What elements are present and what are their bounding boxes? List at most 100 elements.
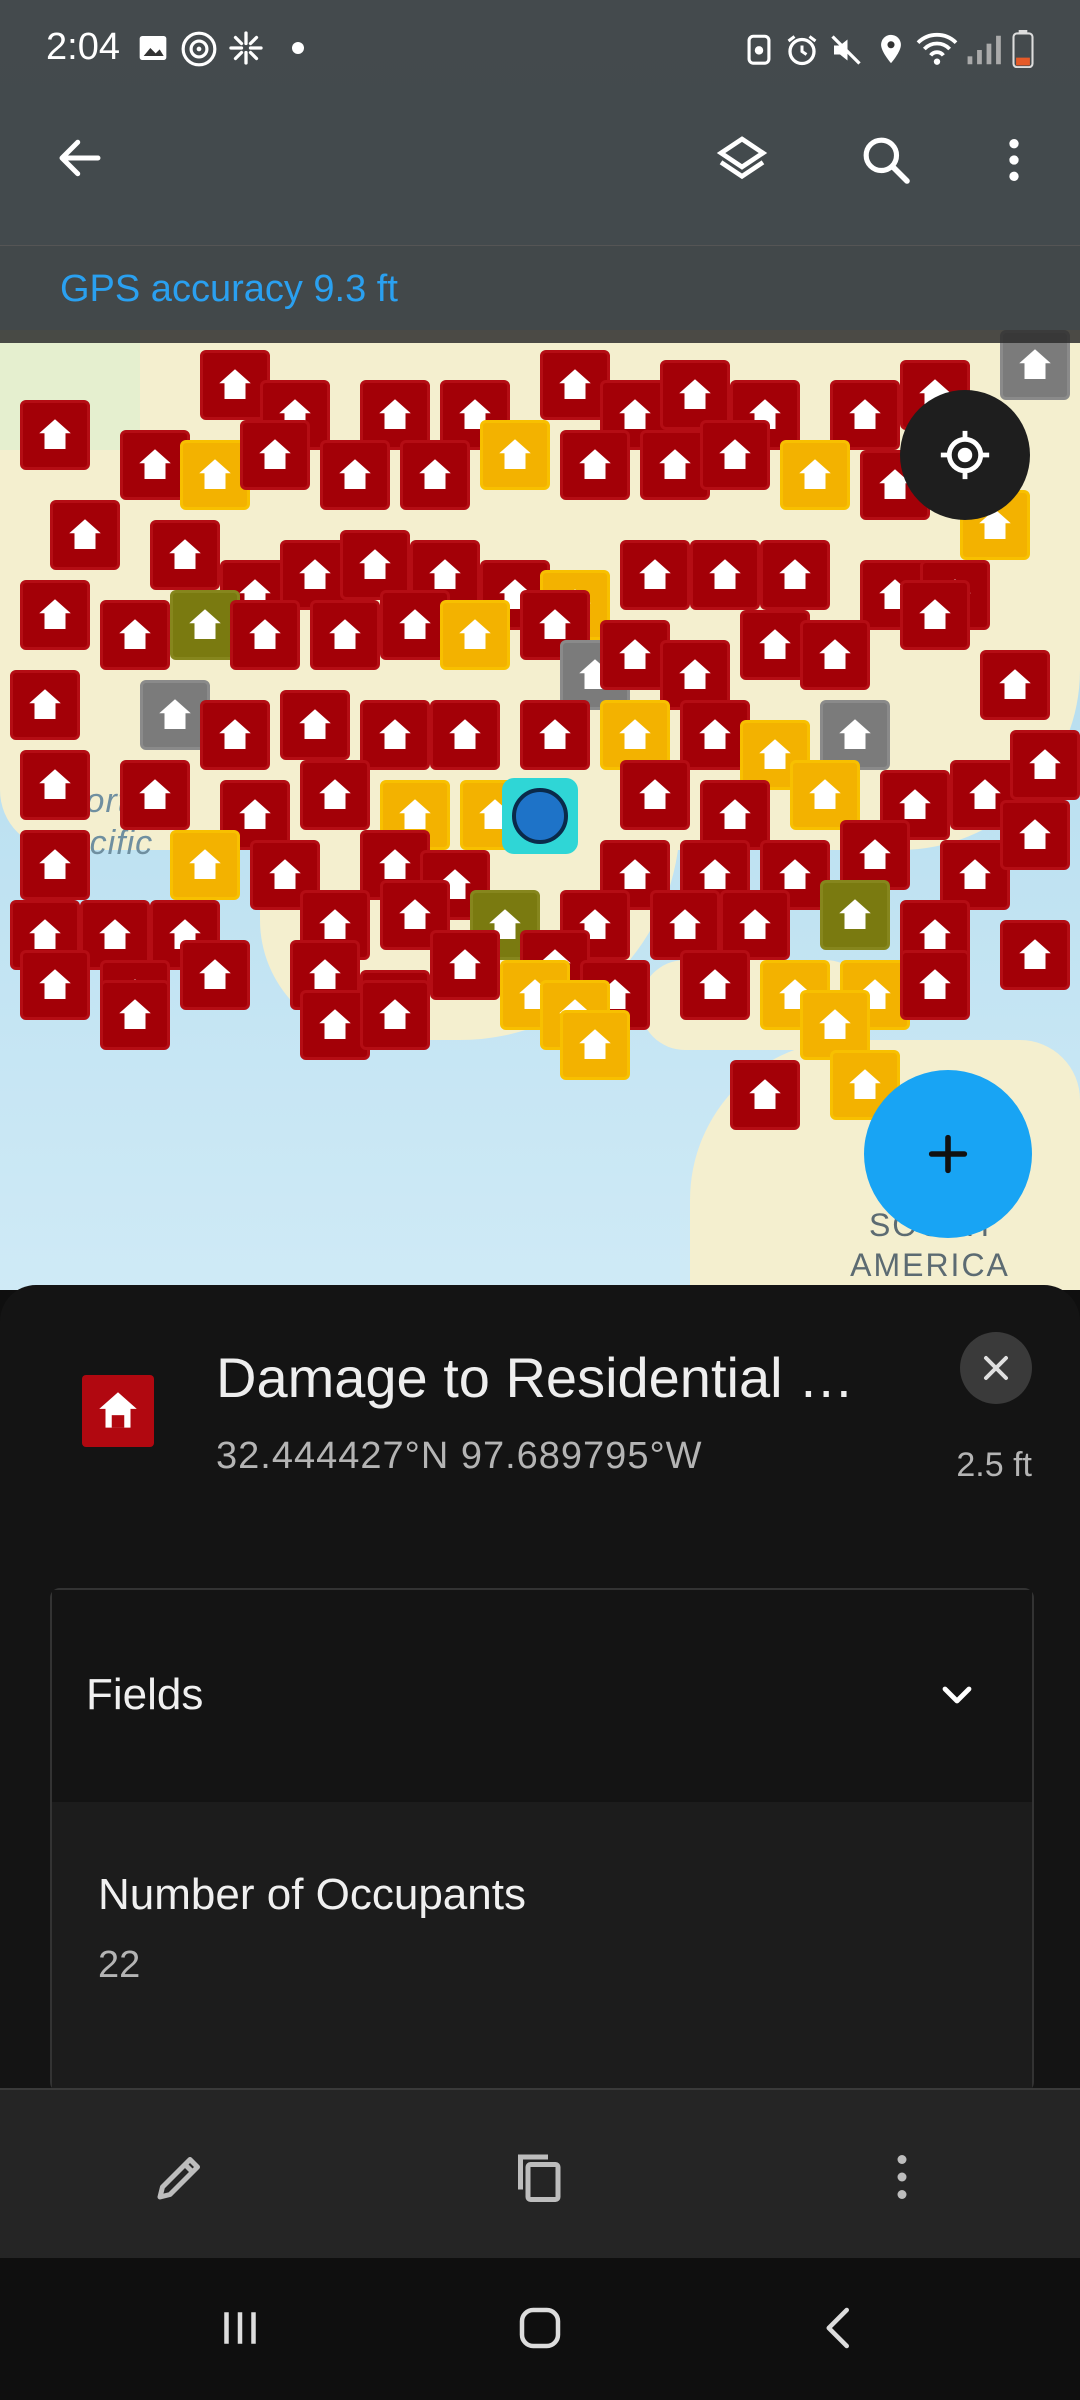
damage-marker[interactable] (680, 950, 750, 1020)
user-location-dot (512, 788, 568, 844)
damage-marker[interactable] (20, 750, 90, 820)
damage-marker[interactable] (20, 400, 90, 470)
battery-icon (1012, 30, 1034, 69)
damage-marker[interactable] (150, 520, 220, 590)
overflow-menu-button[interactable] (976, 122, 1052, 198)
image-icon (136, 32, 170, 64)
user-location-marker (502, 778, 578, 854)
damage-marker[interactable] (10, 670, 80, 740)
damage-marker[interactable] (320, 440, 390, 510)
recents-icon (224, 2312, 256, 2344)
copy-button[interactable] (496, 2135, 580, 2219)
plus-icon (928, 1134, 968, 1174)
damage-marker[interactable] (760, 540, 830, 610)
close-icon (984, 1356, 1008, 1380)
gps-target-icon (940, 430, 990, 480)
damage-marker[interactable] (1000, 800, 1070, 870)
damage-marker[interactable] (1010, 730, 1080, 800)
damage-marker[interactable] (1000, 920, 1070, 990)
damage-marker[interactable] (360, 980, 430, 1050)
fields-card: Fields Number of Occupants 22 (50, 1588, 1034, 2102)
copy-icon (518, 2154, 561, 2202)
damage-marker[interactable] (440, 600, 510, 670)
damage-marker[interactable] (400, 440, 470, 510)
damage-marker[interactable] (730, 1060, 800, 1130)
search-button[interactable] (848, 122, 924, 198)
home-button[interactable] (500, 2288, 580, 2368)
damage-marker[interactable] (700, 420, 770, 490)
signal-icon (966, 34, 1004, 66)
damage-marker[interactable] (820, 880, 890, 950)
close-button[interactable] (960, 1332, 1032, 1404)
fields-header[interactable]: Fields (52, 1590, 1032, 1800)
damage-marker[interactable] (170, 830, 240, 900)
feature-coordinates: 32.444427°N 97.689795°W (216, 1435, 703, 1477)
damage-marker[interactable] (360, 700, 430, 770)
nav-back-button[interactable] (800, 2288, 880, 2368)
residential-damage-icon (82, 1375, 154, 1447)
feature-accuracy: 2.5 ft (956, 1446, 1032, 1484)
damage-marker[interactable] (980, 650, 1050, 720)
damage-marker[interactable] (690, 540, 760, 610)
damage-marker[interactable] (620, 760, 690, 830)
field-label: Number of Occupants (98, 1870, 526, 1919)
damage-marker[interactable] (230, 600, 300, 670)
feature-action-bar (0, 2088, 1080, 2260)
hotspot-icon (180, 30, 218, 68)
add-feature-button[interactable] (864, 1070, 1032, 1238)
damage-marker[interactable] (480, 420, 550, 490)
damage-marker[interactable] (20, 830, 90, 900)
recycle-icon (742, 32, 776, 66)
location-pin-icon (874, 30, 908, 68)
layers-button[interactable] (704, 122, 780, 198)
pinwheel-icon (228, 30, 264, 66)
damage-marker[interactable] (240, 420, 310, 490)
damage-marker[interactable] (200, 700, 270, 770)
damage-marker[interactable] (900, 580, 970, 650)
fields-title: Fields (86, 1670, 204, 1719)
alarm-icon (784, 32, 820, 68)
status-time: 2:04 (46, 26, 120, 68)
feature-title: Damage to Residential … (216, 1346, 855, 1409)
search-icon (863, 137, 910, 184)
chevron-down-icon (942, 1686, 972, 1704)
more-vert-icon (897, 2155, 907, 2199)
damage-marker[interactable] (310, 600, 380, 670)
damage-marker[interactable] (20, 950, 90, 1020)
back-button[interactable] (42, 120, 118, 196)
damage-marker[interactable] (100, 980, 170, 1050)
back-icon (826, 2307, 849, 2349)
home-icon (519, 2307, 561, 2349)
damage-marker[interactable] (430, 930, 500, 1000)
recents-button[interactable] (200, 2288, 280, 2368)
damage-marker[interactable] (180, 940, 250, 1010)
damage-marker[interactable] (20, 580, 90, 650)
gps-accuracy-text: GPS accuracy 9.3 ft (60, 268, 398, 310)
damage-marker[interactable] (780, 440, 850, 510)
damage-marker[interactable] (620, 540, 690, 610)
damage-marker[interactable] (280, 690, 350, 760)
layers-icon (716, 136, 768, 180)
edit-icon (157, 2157, 200, 2200)
action-more-button[interactable] (860, 2135, 944, 2219)
more-vert-icon (1009, 139, 1019, 181)
damage-marker[interactable] (520, 700, 590, 770)
damage-marker[interactable] (120, 760, 190, 830)
arrow-left-icon (59, 139, 101, 177)
damage-marker[interactable] (430, 700, 500, 770)
dot-icon (292, 42, 304, 54)
damage-marker[interactable] (560, 430, 630, 500)
fields-expand-toggle[interactable] (922, 1660, 992, 1730)
damage-marker[interactable] (100, 600, 170, 670)
damage-marker[interactable] (300, 760, 370, 830)
system-nav-bar (0, 2258, 1080, 2400)
field-value: 22 (98, 1944, 141, 1986)
damage-marker[interactable] (560, 1010, 630, 1080)
damage-marker[interactable] (800, 620, 870, 690)
damage-marker[interactable] (50, 500, 120, 570)
edit-button[interactable] (138, 2135, 222, 2219)
damage-marker[interactable] (900, 950, 970, 1020)
locate-me-button[interactable] (900, 390, 1030, 520)
wifi-icon (914, 30, 960, 68)
field-item: Number of Occupants 22 (52, 1802, 1032, 2102)
